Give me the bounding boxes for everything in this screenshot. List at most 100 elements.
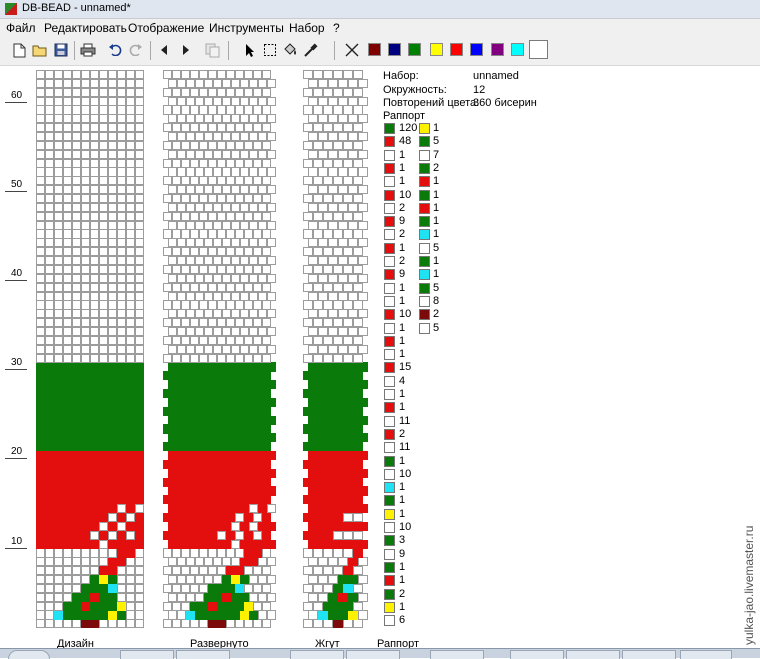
bead-cell[interactable] (108, 309, 117, 319)
bead-cell[interactable] (221, 610, 231, 620)
bead-cell[interactable] (81, 610, 90, 620)
bead-cell[interactable] (45, 256, 54, 266)
bead-cell[interactable] (167, 256, 177, 266)
bead-cell[interactable] (244, 264, 253, 275)
bead-cell[interactable] (190, 601, 199, 611)
bead-cell[interactable] (262, 158, 271, 168)
bead-cell[interactable] (36, 610, 45, 620)
bead-cell[interactable] (135, 70, 144, 80)
bead-cell[interactable] (108, 575, 117, 585)
bead-cell[interactable] (318, 592, 328, 602)
bead-cell[interactable] (63, 557, 72, 567)
palette-swatch[interactable] (368, 43, 381, 56)
bead-cell[interactable] (358, 149, 368, 159)
bead-cell[interactable] (239, 521, 249, 532)
bead-cell[interactable] (303, 388, 313, 399)
bead-cell[interactable] (212, 309, 222, 319)
bead-cell[interactable] (181, 123, 190, 133)
bead-cell[interactable] (45, 575, 54, 585)
bead-cell[interactable] (239, 380, 249, 390)
bead-cell[interactable] (99, 388, 108, 399)
bead-cell[interactable] (167, 504, 177, 514)
bead-cell[interactable] (135, 140, 144, 151)
bead-cell[interactable] (217, 530, 226, 540)
bead-cell[interactable] (199, 282, 208, 292)
bead-cell[interactable] (333, 388, 343, 399)
bead-cell[interactable] (172, 442, 181, 452)
bead-cell[interactable] (163, 371, 172, 381)
bead-cell[interactable] (338, 610, 348, 620)
bead-cell[interactable] (338, 291, 348, 301)
bead-cell[interactable] (72, 158, 81, 168)
bead-cell[interactable] (99, 300, 108, 310)
bead-cell[interactable] (99, 592, 108, 602)
bead-cell[interactable] (108, 176, 117, 186)
bead-cell[interactable] (262, 442, 271, 452)
bead-cell[interactable] (308, 610, 318, 620)
bead-cell[interactable] (303, 176, 313, 186)
bead-cell[interactable] (203, 504, 213, 514)
bead-cell[interactable] (54, 610, 63, 620)
bead-cell[interactable] (257, 167, 267, 177)
bead-cell[interactable] (348, 397, 358, 407)
bead-cell[interactable] (338, 96, 348, 106)
bead-cell[interactable] (266, 539, 276, 549)
bead-cell[interactable] (303, 513, 313, 523)
bead-cell[interactable] (235, 300, 244, 310)
bead-cell[interactable] (135, 406, 144, 416)
bead-cell[interactable] (248, 557, 258, 567)
bead-cell[interactable] (81, 495, 90, 505)
bead-cell[interactable] (181, 247, 190, 257)
bead-cell[interactable] (45, 282, 54, 292)
bead-cell[interactable] (135, 592, 144, 602)
bead-cell[interactable] (323, 566, 333, 576)
bead-cell[interactable] (167, 415, 177, 425)
bead-cell[interactable] (262, 353, 271, 363)
bead-cell[interactable] (36, 566, 45, 576)
bead-cell[interactable] (212, 433, 222, 443)
bead-cell[interactable] (328, 539, 338, 549)
bead-cell[interactable] (108, 326, 117, 337)
bead-cell[interactable] (163, 229, 172, 239)
bead-cell[interactable] (190, 353, 199, 363)
bead-cell[interactable] (266, 220, 276, 230)
bead-cell[interactable] (257, 557, 267, 567)
bead-cell[interactable] (262, 371, 271, 381)
bead-cell[interactable] (185, 575, 195, 585)
bead-cell[interactable] (135, 220, 144, 230)
bead-cell[interactable] (308, 132, 318, 142)
bead-cell[interactable] (328, 326, 338, 337)
bead-cell[interactable] (167, 592, 177, 602)
bead-cell[interactable] (54, 566, 63, 576)
bead-cell[interactable] (54, 273, 63, 283)
bead-cell[interactable] (221, 521, 231, 532)
bead-cell[interactable] (203, 220, 213, 230)
bead-cell[interactable] (235, 282, 244, 292)
bead-cell[interactable] (167, 521, 177, 532)
bead-cell[interactable] (235, 388, 244, 399)
bead-cell[interactable] (212, 238, 222, 248)
bead-cell[interactable] (318, 114, 328, 124)
bead-cell[interactable] (99, 140, 108, 151)
bead-cell[interactable] (163, 194, 172, 204)
bead-cell[interactable] (333, 264, 343, 275)
bead-cell[interactable] (36, 371, 45, 381)
bead-cell[interactable] (126, 539, 135, 549)
bead-cell[interactable] (135, 433, 144, 443)
bead-cell[interactable] (167, 450, 177, 461)
bead-cell[interactable] (226, 211, 235, 221)
bead-cell[interactable] (358, 450, 368, 461)
arrow-right-icon[interactable] (177, 41, 195, 59)
bead-cell[interactable] (108, 459, 117, 469)
bead-cell[interactable] (318, 380, 328, 390)
bead-cell[interactable] (108, 344, 117, 354)
bead-cell[interactable] (318, 521, 328, 532)
bead-cell[interactable] (208, 140, 217, 151)
bead-cell[interactable] (262, 530, 271, 540)
bead-cell[interactable] (45, 70, 54, 80)
bead-cell[interactable] (90, 442, 99, 452)
bead-cell[interactable] (108, 149, 117, 159)
bead-cell[interactable] (36, 309, 45, 319)
bead-cell[interactable] (199, 442, 208, 452)
bead-cell[interactable] (81, 433, 90, 443)
